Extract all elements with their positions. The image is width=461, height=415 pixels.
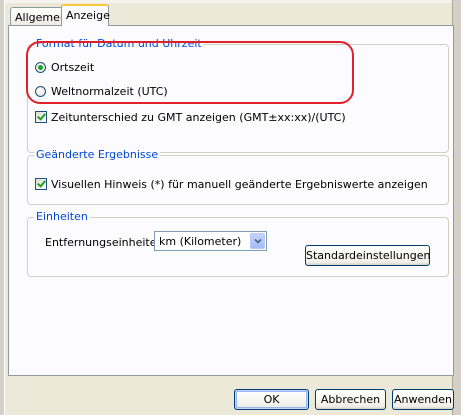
ok-button[interactable]: OK	[234, 389, 309, 410]
window-top-edge	[0, 0, 461, 3]
cancel-button[interactable]: Abbrechen	[315, 389, 386, 410]
restore-defaults-label: Standardeinstellungen	[306, 249, 431, 262]
gmt-offset-checkbox-box[interactable]	[35, 111, 47, 123]
changed-results-title: Geänderte Ergebnisse	[34, 148, 161, 162]
gmt-offset-checkbox-label: Zeitunterschied zu GMT anzeigen (GMT±xx:…	[51, 110, 346, 124]
tab-anzeige-label: Anzeige	[66, 9, 110, 22]
distance-units-value: km (Kilometer)	[159, 235, 242, 248]
highlight-outline	[26, 41, 354, 104]
distance-units-text: Entfernungseinheiten:	[45, 235, 168, 249]
visual-hint-checkbox[interactable]: Visuellen Hinweis (*) für manuell geände…	[35, 177, 428, 191]
window-left-edge	[0, 0, 5, 415]
restore-defaults-button[interactable]: Standardeinstellungen	[305, 245, 430, 266]
distance-units-label: Entfernungseinheiten:	[45, 235, 167, 249]
apply-label: Anwenden	[394, 393, 452, 406]
select-dropdown-button[interactable]	[250, 233, 265, 249]
tab-allgemein[interactable]: Allgemein	[10, 7, 70, 26]
chevron-down-icon	[253, 238, 262, 244]
distance-units-select[interactable]: km (Kilometer)	[154, 231, 267, 251]
visual-hint-checkbox-label: Visuellen Hinweis (*) für manuell geände…	[51, 177, 428, 191]
visual-hint-checkbox-box[interactable]	[35, 178, 47, 190]
units-title: Einheiten	[34, 210, 90, 224]
apply-button[interactable]: Anwenden	[392, 389, 454, 410]
tab-anzeige[interactable]: Anzeige	[61, 4, 110, 26]
cancel-label: Abbrechen	[320, 393, 381, 406]
gmt-offset-checkbox[interactable]: Zeitunterschied zu GMT anzeigen (GMT±xx:…	[35, 110, 346, 124]
ok-label: OK	[263, 393, 280, 406]
